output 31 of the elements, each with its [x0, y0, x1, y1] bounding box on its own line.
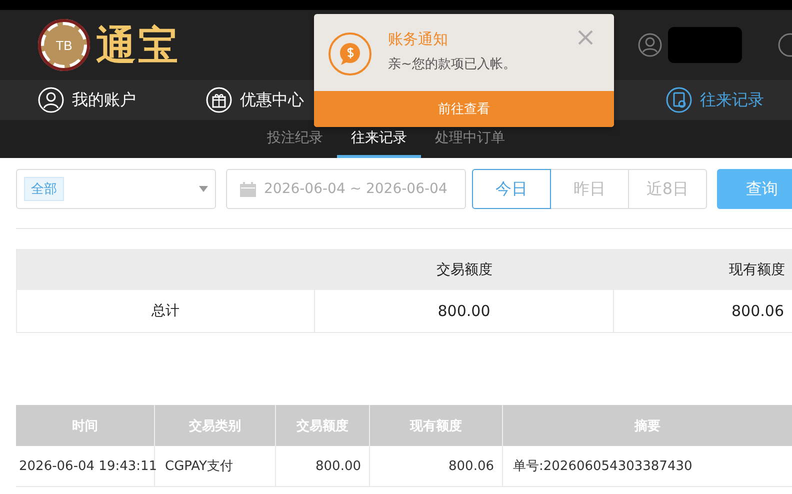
user-icon[interactable] [638, 33, 662, 57]
notification-title: 账务通知 [388, 30, 449, 49]
column-header: 现有额度 [728, 260, 786, 280]
table-cell: 800.06 [614, 290, 792, 332]
caret-icon [199, 186, 208, 192]
chat-dollar-icon [328, 32, 372, 76]
table-cell: 800.00 [315, 290, 614, 332]
view-button[interactable]: 前往查看 [314, 91, 614, 127]
date-preset-button[interactable]: 昨日 [550, 169, 629, 209]
column-header: 交易额度 [436, 260, 494, 280]
date-preset-button[interactable]: 今日 [472, 169, 551, 209]
table-cell: CGPAY支付 [155, 446, 276, 486]
nav-item[interactable]: 我的账户 [38, 87, 206, 113]
date-preset-button[interactable]: 近8日 [628, 169, 707, 209]
selected-tag: 全部 [24, 177, 64, 201]
table-cell: 总计 [17, 290, 315, 332]
table-cell-text: 单号:202606054303387430 [512, 458, 694, 476]
logo-text: 通宝 [96, 20, 180, 70]
type-select[interactable]: 全部 [16, 169, 216, 209]
calendar-icon [240, 182, 256, 196]
table-cell: 800.00 [276, 446, 370, 486]
table-cell: 2026-06-04 19:43:11 [16, 446, 155, 486]
table-cell: 800.06 [370, 446, 503, 486]
person-icon [38, 87, 64, 113]
date-range-field[interactable]: 2026-06-04 ~ 2026-06-04 [226, 169, 466, 209]
document-icon [666, 87, 692, 113]
gift-icon [206, 87, 232, 113]
nav-item[interactable]: 往来记录 [666, 87, 764, 113]
logo-chip: TB [38, 19, 90, 71]
query-button[interactable]: 查询 [717, 169, 792, 209]
notification-message: 亲~您的款项已入帐。 [388, 56, 516, 73]
